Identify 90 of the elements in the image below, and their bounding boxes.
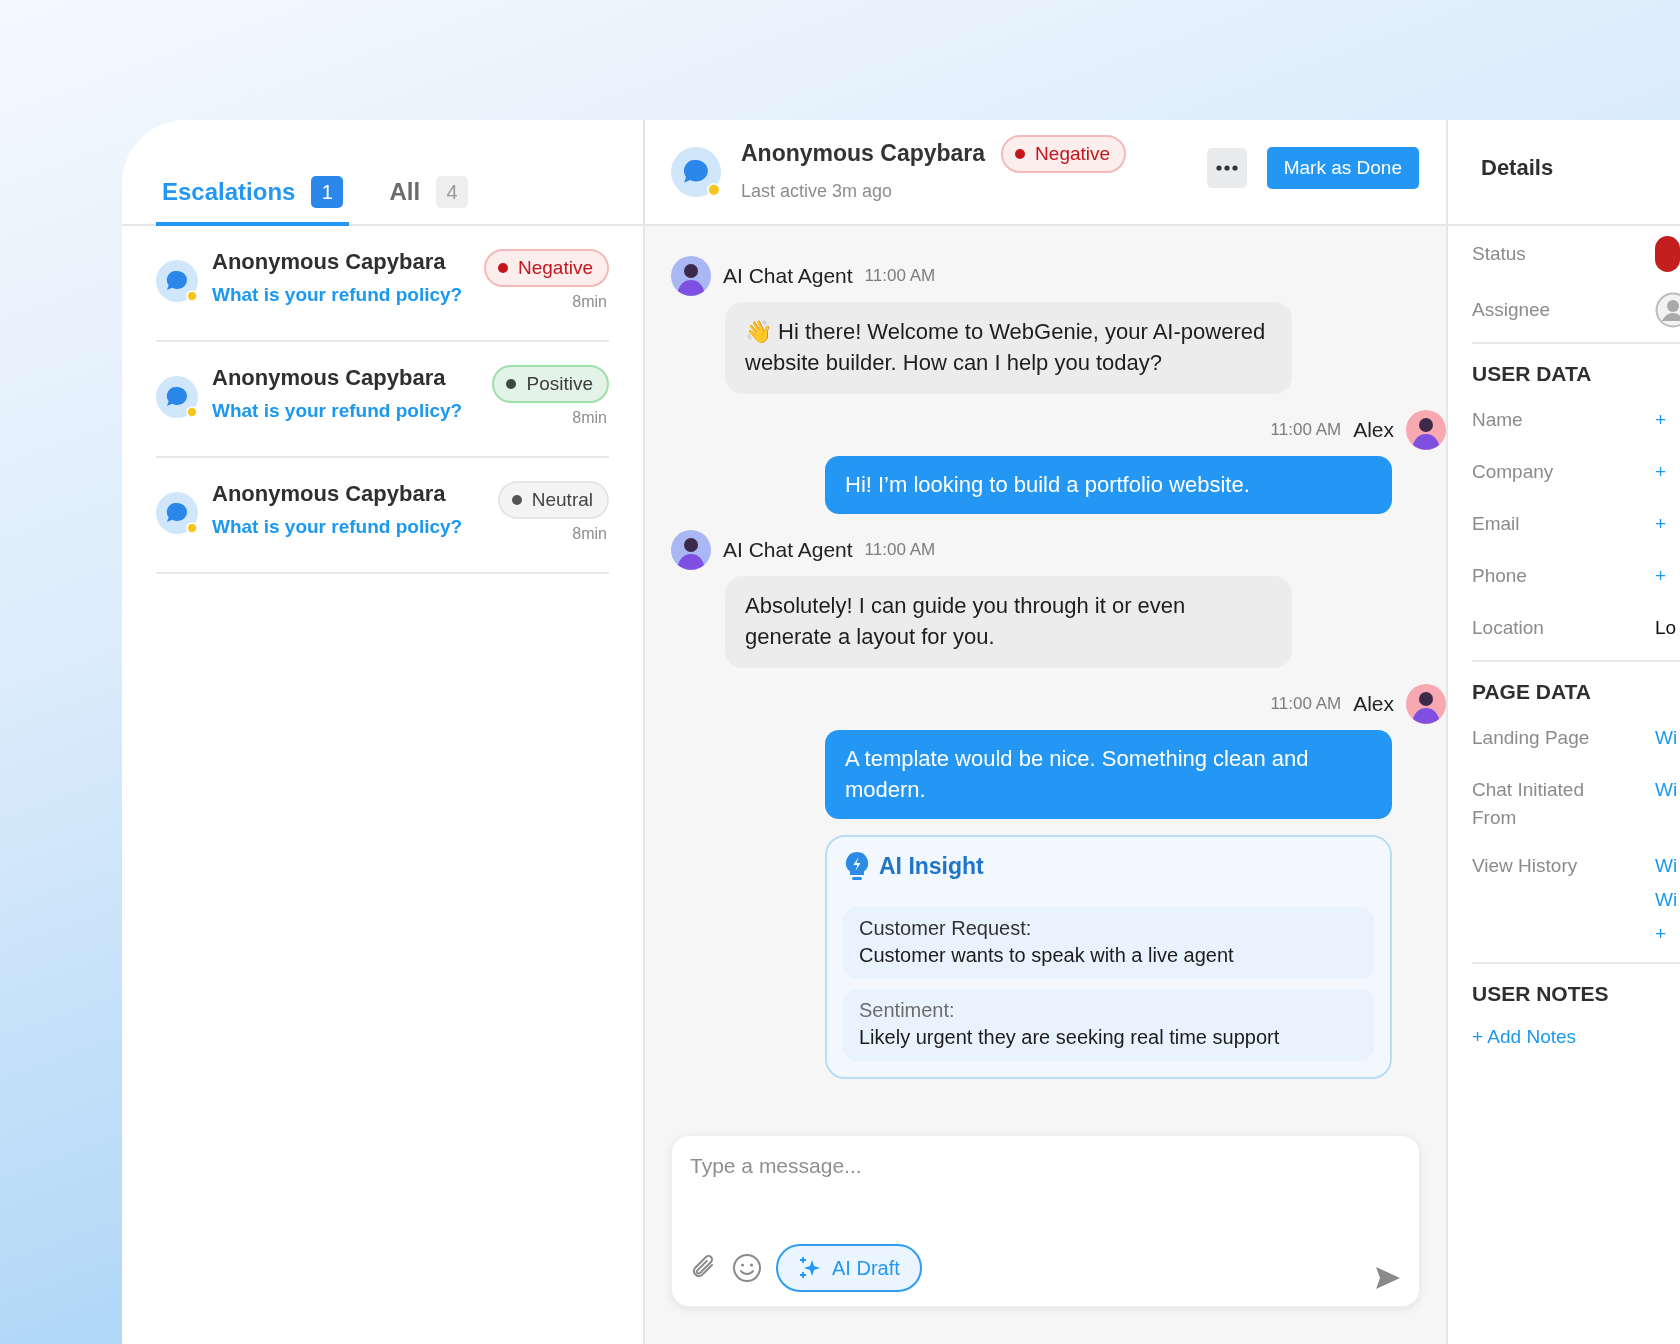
message-preview: What is your refund policy? [212,400,464,422]
value-link[interactable]: + [1655,920,1678,948]
message-input[interactable]: Type a message... [690,1150,1401,1182]
section-heading: USER DATA [1472,361,1593,386]
contact-name: Anonymous Capybara [212,249,447,275]
message-time: 11:00 AM [1270,694,1342,714]
contact-name: Anonymous Capybara [212,481,447,507]
field-value: Lo [1655,616,1677,640]
send-icon [1375,1266,1401,1290]
sender-name: AI Chat Agent [723,264,853,288]
sender-name: AI Chat Agent [723,538,853,562]
status-dot [511,495,522,505]
person-avatar-icon [671,256,711,296]
field-label: Assignee [1472,298,1552,322]
sentiment-label: Neutral [531,489,593,511]
tab[interactable]: Escalations 1 [156,176,350,226]
message-preview: What is your refund policy? [212,284,464,306]
value-link[interactable]: + [1655,406,1667,434]
person-avatar-icon [671,530,711,570]
value-link[interactable]: Wi [1655,724,1678,752]
panel-title: Details [1481,155,1554,181]
field-label: Name [1472,408,1524,432]
value-link[interactable]: + [1655,562,1667,590]
field-label: Landing Page [1472,726,1591,750]
message-time: 11:00 AM [864,266,936,286]
message-bubble: Absolutely! I can guide you through it or even generate a layout for you. [725,576,1292,668]
count-badge: 1 [311,176,344,208]
contact-name: Anonymous Capybara [212,365,447,391]
sender-name: Alex [1353,692,1394,716]
insight-text: Customer wants to speak with a live agent [859,944,1235,967]
status-dot [498,263,508,273]
field-label: Location [1472,616,1545,640]
field-label: Phone [1472,564,1528,588]
count-badge: 4 [436,176,469,208]
elapsed-time: 8min [572,525,608,543]
insight-label: Customer Request: [859,917,1033,940]
emoji-button[interactable] [732,1253,762,1283]
tab-label: Escalations [162,178,296,206]
sentiment-label: Negative [518,257,593,279]
chat-avatar-icon [156,260,198,302]
add-notes-link[interactable]: + Add Notes [1472,1026,1680,1048]
chat-avatar-icon [156,492,198,534]
value-link[interactable]: Wi [1655,776,1678,804]
field-label: Email [1472,512,1521,536]
status-dot [506,379,517,389]
sender-name: Alex [1353,418,1394,442]
value-link[interactable]: Wi [1655,852,1678,880]
ai-draft-button[interactable]: AI Draft [776,1244,922,1292]
message-bubble: 👋 Hi there! Welcome to WebGenie, your AI-powered website builder. How can I help you today? [725,302,1292,394]
insight-text: Likely urgent they are seeking real time support [859,1026,1281,1049]
send-button[interactable] [1375,1266,1401,1290]
insight-title: AI Insight [879,852,984,880]
message-bubble: Hi! I’m looking to build a portfolio website. [825,456,1392,514]
conversation-item[interactable]: Anonymous Capybara What is your refund policy? Positive 8min [156,342,609,458]
mark-as-done-button[interactable]: Mark as Done [1266,147,1419,189]
chat-avatar-icon [156,376,198,418]
tab-label: All [389,178,421,206]
value-link[interactable]: + [1655,458,1667,486]
last-active-text: Last active 3m ago [741,180,894,202]
field-label: Status [1472,242,1527,266]
status-dot [1015,148,1026,159]
section-heading: PAGE DATA [1472,679,1592,704]
more-icon [1215,165,1238,171]
sentiment-label: Positive [526,373,593,395]
message-time: 11:00 AM [1270,420,1342,440]
chat-avatar-icon [671,147,721,197]
contact-name: Anonymous Capybara [741,140,986,167]
person-avatar-icon [1406,684,1446,724]
sentiment-label: Negative [1035,142,1111,165]
field-label: Chat Initiated From [1472,778,1585,830]
message-time: 11:00 AM [864,540,936,560]
status-badge[interactable] [1655,236,1680,272]
field-label: View History [1472,854,1579,878]
smiley-icon [732,1253,762,1283]
person-avatar-icon [1406,410,1446,450]
sparkle-icon [798,1256,822,1280]
value-link[interactable]: + [1655,510,1667,538]
section-heading: USER NOTES [1472,981,1610,1006]
message-preview: What is your refund policy? [212,516,464,538]
tab[interactable]: All 4 [383,176,475,226]
lightbulb-icon [845,851,869,881]
insight-label: Sentiment: [859,999,956,1022]
message-bubble: A template would be nice. Something clean and modern. [825,730,1392,819]
field-label: Company [1472,460,1555,484]
more-button[interactable] [1206,148,1247,188]
conversation-item[interactable]: Anonymous Capybara What is your refund policy? Neutral 8min [156,458,609,574]
value-link[interactable]: Wi [1655,886,1678,914]
elapsed-time: 8min [572,409,608,427]
conversation-item[interactable]: Anonymous Capybara What is your refund policy? Negative 8min [156,226,609,342]
elapsed-time: 8min [572,293,608,311]
